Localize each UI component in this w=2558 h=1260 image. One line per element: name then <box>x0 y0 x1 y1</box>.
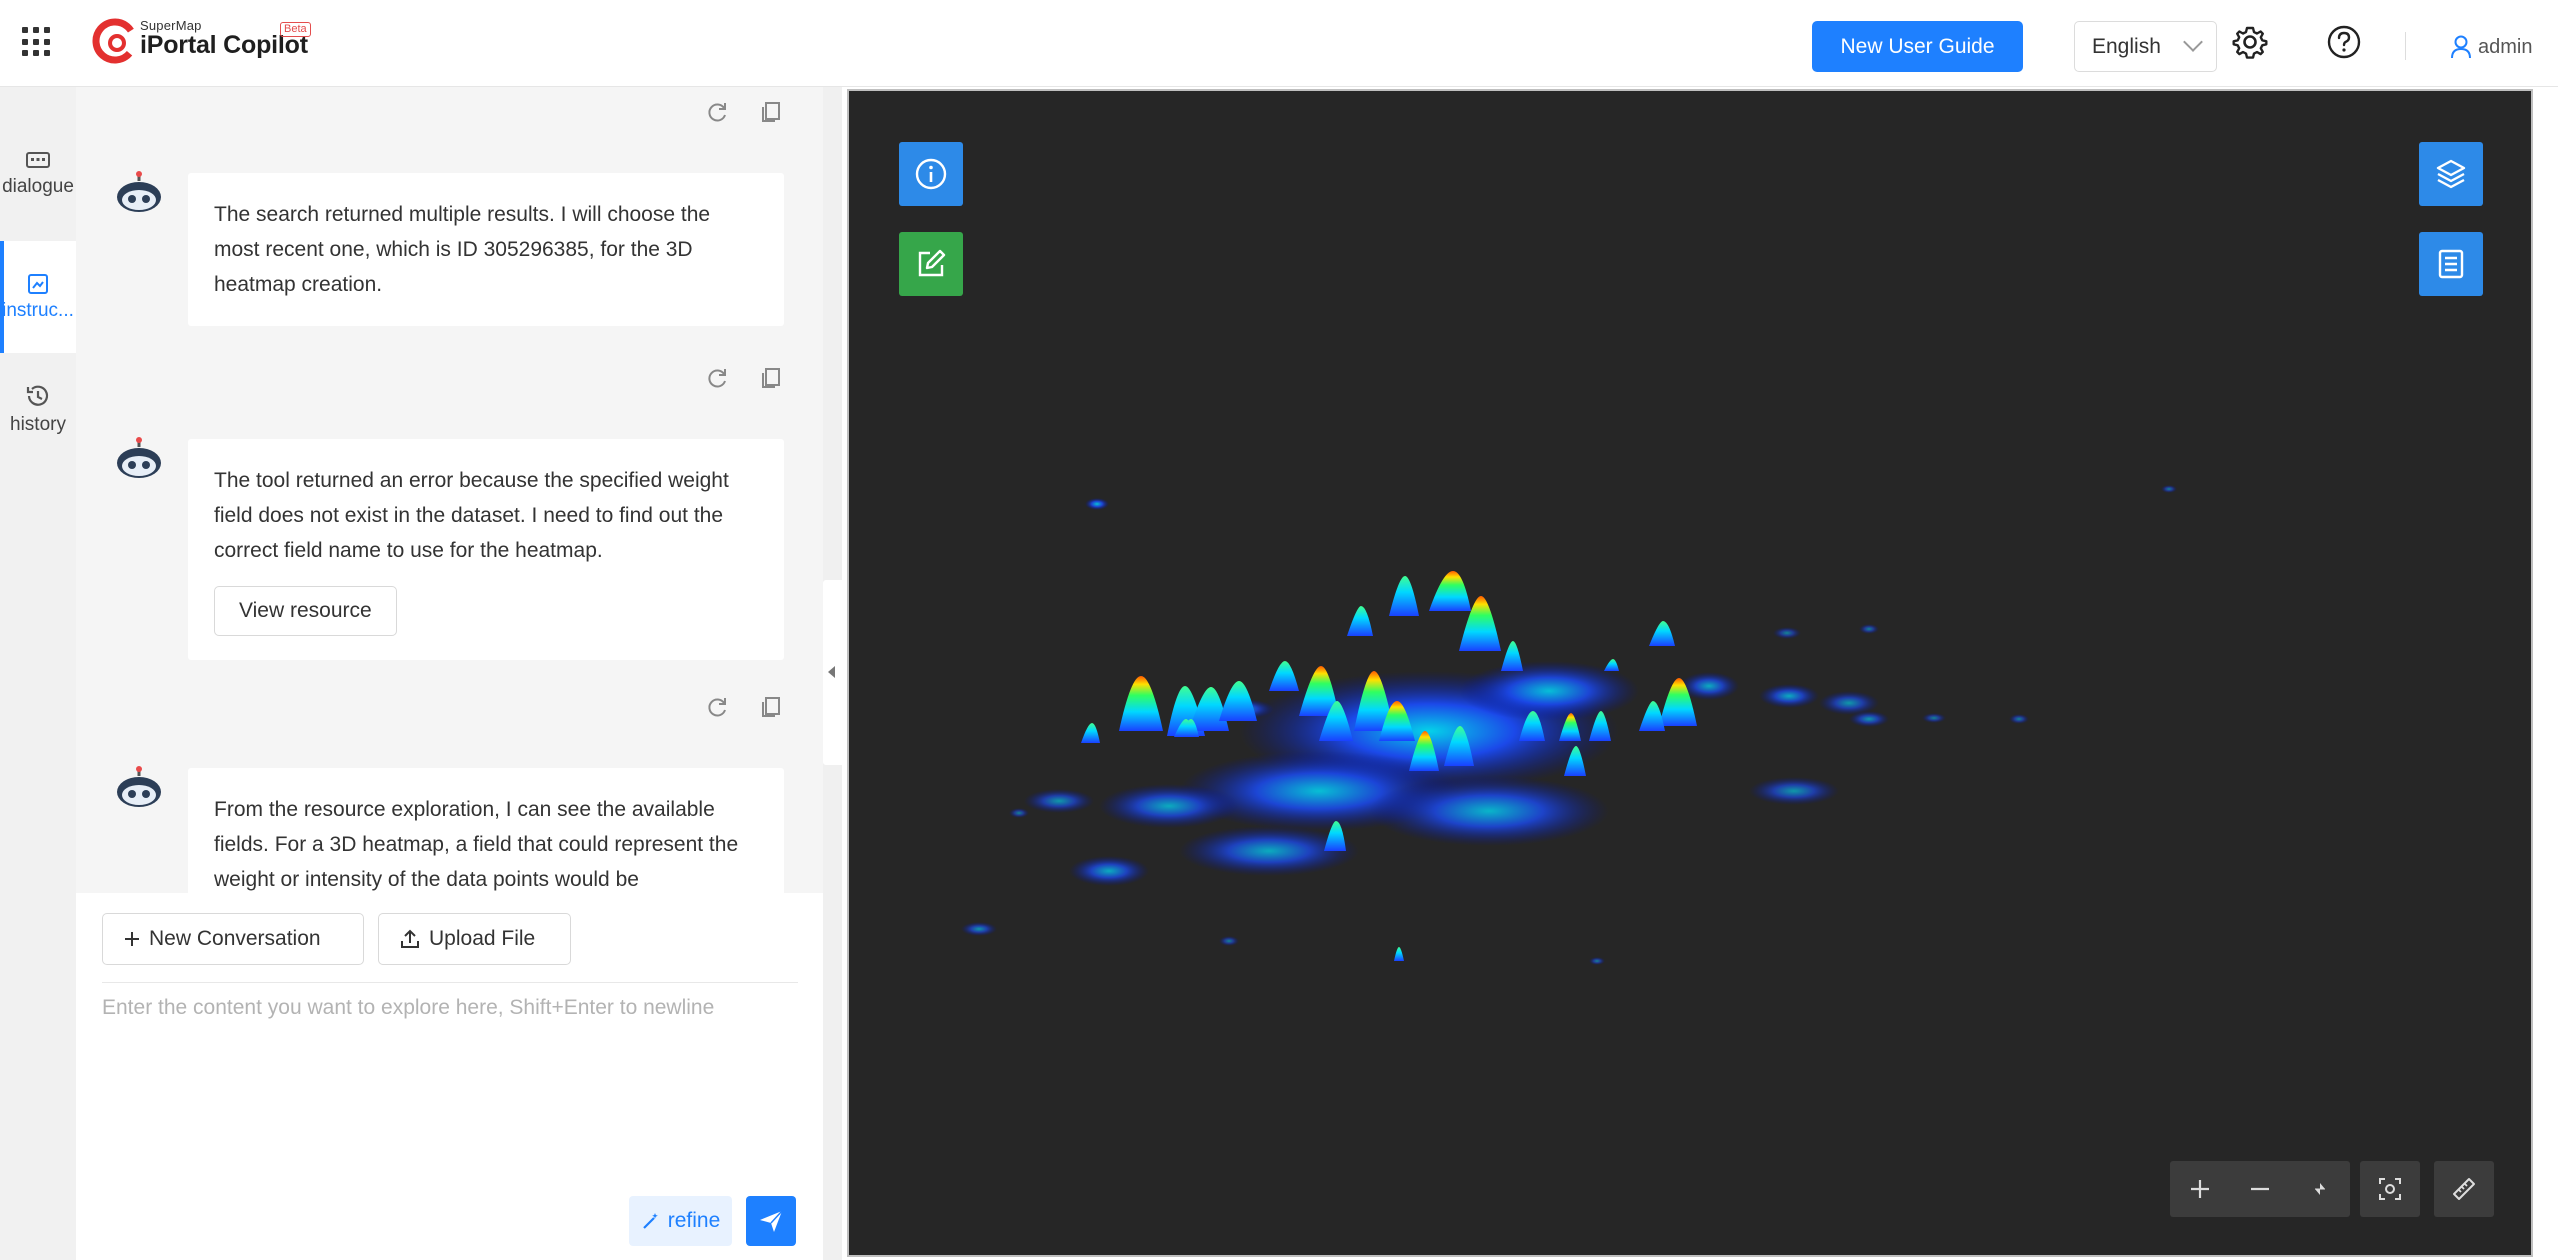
regenerate-icon[interactable] <box>704 365 730 391</box>
header-divider <box>2405 32 2406 60</box>
assistant-message: The tool returned an error because the s… <box>188 439 784 660</box>
upload-file-label: Upload File <box>429 927 536 950</box>
new-conversation-button[interactable]: New Conversation <box>102 913 364 965</box>
language-select[interactable]: English <box>2074 21 2217 72</box>
upload-file-button[interactable]: Upload File <box>378 913 571 965</box>
chat-panel[interactable]: The search returned multiple results. I … <box>76 87 823 893</box>
layers-icon <box>2436 159 2466 189</box>
left-nav: dialogue instruc... history <box>0 87 76 1260</box>
refine-button[interactable]: refine <box>629 1196 732 1246</box>
regenerate-icon[interactable] <box>704 99 730 125</box>
edit-icon <box>918 249 946 277</box>
upload-icon <box>401 929 419 948</box>
list-icon <box>2438 249 2464 279</box>
info-icon <box>915 158 947 190</box>
magic-wand-icon <box>642 1213 658 1229</box>
nav-item-history[interactable]: history <box>0 353 76 465</box>
bot-avatar <box>117 437 161 478</box>
copy-icon[interactable] <box>758 99 784 125</box>
new-user-guide-button[interactable]: New User Guide <box>1812 21 2023 72</box>
zoom-in-button[interactable] <box>2170 1161 2230 1217</box>
minus-icon <box>2251 1187 2269 1191</box>
bot-avatar <box>117 171 161 212</box>
assistant-message: From the resource exploration, I can see… <box>188 768 784 893</box>
refine-label: refine <box>667 1209 721 1232</box>
copy-icon[interactable] <box>758 365 784 391</box>
composer: New Conversation Upload File refine <box>76 893 823 1260</box>
prompt-input[interactable] <box>102 993 798 1173</box>
nav-label: dialogue <box>2 176 74 197</box>
chevron-down-icon <box>2183 32 2203 52</box>
message-actions <box>704 694 784 720</box>
message-actions <box>704 365 784 391</box>
compass-icon <box>2315 1183 2325 1195</box>
settings-gear-icon[interactable] <box>2228 20 2272 64</box>
beta-badge: Beta <box>280 22 311 37</box>
assistant-message: The search returned multiple results. I … <box>188 173 784 326</box>
composer-divider <box>102 982 798 983</box>
user-icon <box>2451 35 2471 59</box>
message-actions <box>704 99 784 125</box>
iportal-logo <box>92 18 138 64</box>
language-value: English <box>2092 34 2161 58</box>
heatmap-3d-layer <box>961 485 2177 965</box>
layers-button[interactable] <box>2419 142 2483 206</box>
map-edit-button[interactable] <box>899 232 963 296</box>
zoom-controls <box>2170 1161 2350 1217</box>
user-name: admin <box>2478 35 2533 58</box>
regenerate-icon[interactable] <box>704 694 730 720</box>
copy-icon[interactable] <box>758 694 784 720</box>
send-icon <box>760 1210 783 1232</box>
message-text: The tool returned an error because the s… <box>214 469 729 562</box>
collapse-panel-toggle[interactable] <box>823 580 842 765</box>
top-header: SuperMap iPortal Copilot Beta New User G… <box>0 0 2558 87</box>
bot-avatar <box>117 766 161 807</box>
apps-grid-icon[interactable] <box>22 27 52 57</box>
map-info-button[interactable] <box>899 142 963 206</box>
plus-icon <box>125 932 139 946</box>
history-icon <box>26 385 49 406</box>
instruction-icon <box>28 274 48 294</box>
message-text: From the resource exploration, I can see… <box>214 798 739 891</box>
user-menu[interactable]: admin <box>2450 30 2532 64</box>
nav-item-dialogue[interactable]: dialogue <box>0 118 76 230</box>
plus-icon <box>2191 1180 2209 1198</box>
dialogue-icon <box>26 152 50 168</box>
view-resource-button[interactable]: View resource <box>214 586 397 636</box>
nav-label: history <box>10 414 66 435</box>
compass-button[interactable] <box>2290 1161 2350 1217</box>
send-button[interactable] <box>746 1196 796 1246</box>
help-icon[interactable] <box>2322 20 2366 64</box>
fullscreen-button[interactable] <box>2360 1161 2420 1217</box>
new-conversation-label: New Conversation <box>149 927 321 950</box>
measure-button[interactable] <box>2434 1161 2494 1217</box>
focus-icon <box>2379 1178 2401 1200</box>
map-view[interactable] <box>847 89 2533 1257</box>
nav-item-instruction[interactable]: instruc... <box>0 241 76 353</box>
message-text: The search returned multiple results. I … <box>214 203 711 296</box>
nav-label: instruc... <box>2 300 74 321</box>
legend-list-button[interactable] <box>2419 232 2483 296</box>
zoom-out-button[interactable] <box>2230 1161 2290 1217</box>
ruler-icon <box>2453 1178 2475 1200</box>
